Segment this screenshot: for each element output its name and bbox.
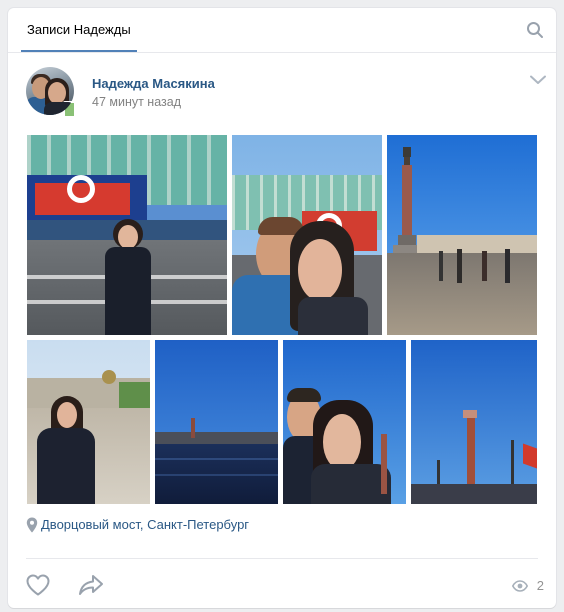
share-arrow-icon[interactable] (78, 574, 104, 596)
eye-icon (512, 580, 528, 592)
post-photo[interactable] (411, 340, 537, 504)
divider (26, 558, 538, 559)
post-timestamp[interactable]: 47 минут назад (92, 95, 181, 109)
post-photo[interactable] (155, 340, 278, 504)
post-photo[interactable] (27, 340, 150, 504)
post-photo[interactable] (283, 340, 406, 504)
post-photo[interactable] (387, 135, 537, 335)
post-card: Записи Надежды Надежда Масякина 47 минут… (8, 8, 556, 608)
post-author-block: Надежда Масякина 47 минут назад (26, 67, 546, 119)
views-count: 2 (536, 578, 544, 593)
chevron-down-icon[interactable] (530, 75, 546, 85)
location-pin-icon (26, 517, 38, 533)
wall-header: Записи Надежды (8, 8, 556, 53)
author-name-link[interactable]: Надежда Масякина (92, 76, 215, 91)
heart-icon[interactable] (26, 574, 50, 596)
post-photo[interactable] (27, 135, 227, 335)
tab-user-posts[interactable]: Записи Надежды (21, 8, 137, 52)
search-icon[interactable] (526, 21, 544, 39)
post-photo[interactable] (232, 135, 382, 335)
location-text[interactable]: Дворцовый мост, Санкт-Петербург (41, 517, 249, 532)
avatar[interactable] (26, 67, 74, 115)
